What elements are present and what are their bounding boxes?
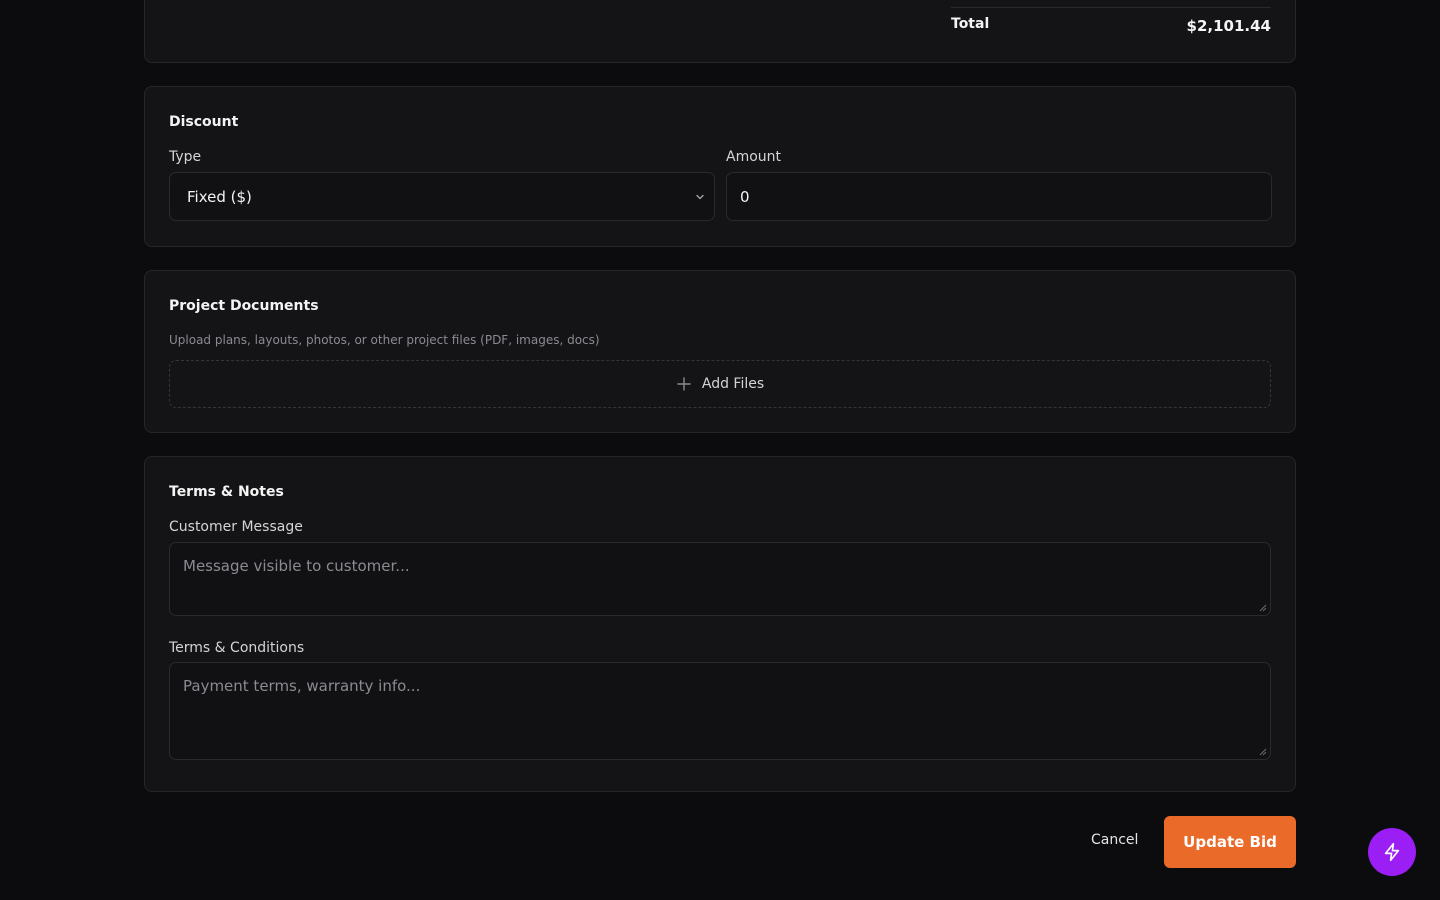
project-documents-card: Project Documents Upload plans, layouts,… (144, 270, 1296, 433)
terms-conditions-placeholder: Payment terms, warranty info... (183, 677, 421, 695)
chevron-down-icon (696, 194, 704, 200)
discount-amount-input[interactable]: 0 (726, 172, 1272, 221)
terms-conditions-textarea[interactable]: Payment terms, warranty info... (169, 662, 1271, 760)
plus-icon (677, 377, 691, 391)
discount-type-value: Fixed ($) (187, 187, 252, 206)
customer-message-label: Customer Message (169, 519, 303, 535)
bid-edit-page: Total $2,101.44 Discount Type Amount Fix… (0, 0, 1440, 900)
cancel-button[interactable]: Cancel (1083, 829, 1146, 851)
customer-message-textarea[interactable]: Message visible to customer... (169, 542, 1271, 616)
total-label: Total (951, 16, 990, 32)
discount-type-label: Type (169, 149, 202, 165)
totals-card: Total $2,101.44 (144, 0, 1296, 63)
assistant-fab-button[interactable] (1368, 828, 1416, 876)
discount-title: Discount (169, 114, 239, 130)
discount-amount-label: Amount (726, 149, 782, 165)
total-value: $2,101.44 (1186, 17, 1271, 35)
totals-divider (951, 7, 1271, 8)
project-documents-title: Project Documents (169, 298, 319, 314)
project-documents-description: Upload plans, layouts, photos, or other … (169, 333, 600, 347)
customer-message-placeholder: Message visible to customer... (183, 557, 410, 575)
resize-grip-icon[interactable] (1259, 748, 1267, 756)
add-files-label: Add Files (701, 376, 765, 392)
discount-type-select[interactable]: Fixed ($) (169, 172, 715, 221)
add-files-button[interactable]: Add Files (169, 360, 1271, 408)
terms-conditions-label: Terms & Conditions (169, 640, 305, 656)
update-bid-button[interactable]: Update Bid (1164, 816, 1296, 868)
lightning-icon (1384, 842, 1400, 862)
discount-amount-value: 0 (740, 187, 750, 206)
terms-notes-card: Terms & Notes Customer Message Message v… (144, 456, 1296, 792)
resize-grip-icon[interactable] (1259, 604, 1267, 612)
discount-card: Discount Type Amount Fixed ($) 0 (144, 86, 1296, 247)
terms-notes-title: Terms & Notes (169, 484, 284, 500)
